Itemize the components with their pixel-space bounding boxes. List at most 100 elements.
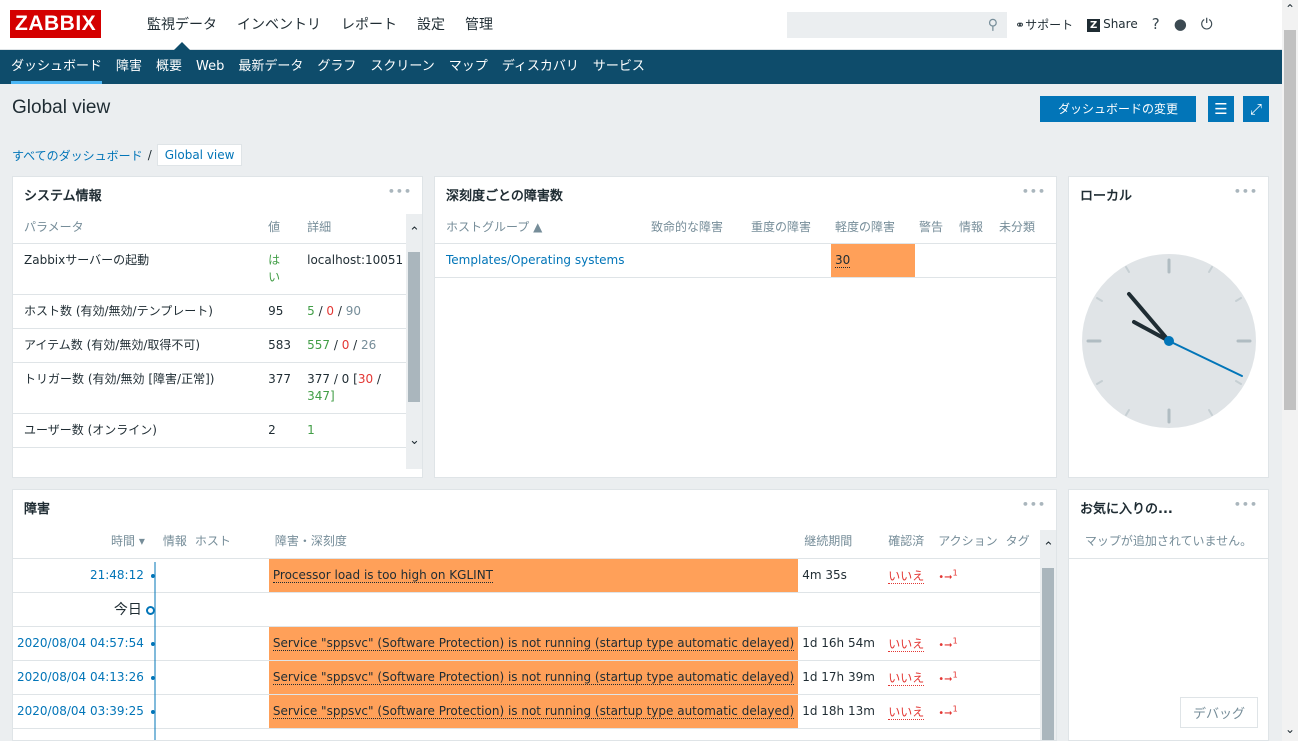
menu-administration[interactable]: 管理	[455, 14, 503, 50]
column-header: 致命的な障害	[647, 211, 747, 244]
submenu-screens[interactable]: スクリーン	[363, 50, 441, 84]
search-box: ⚲	[787, 12, 1007, 38]
submenu-problems[interactable]: 障害	[109, 50, 149, 84]
user-profile-icon[interactable]: ●	[1174, 15, 1187, 33]
sub-menu: ダッシュボード 障害 概要 Web 最新データ グラフ スクリーン マップ ディ…	[0, 50, 1282, 84]
problem-time-link[interactable]: 2020/08/04 03:39:25	[17, 704, 144, 718]
system-info-table: パラメータ 値 詳細 Zabbixサーバーの起動 はい localhost:10…	[13, 211, 406, 448]
problem-name[interactable]: Service "sppsvc" (Software Protection) i…	[272, 704, 795, 719]
page-scrollbar-thumb[interactable]	[1284, 30, 1296, 410]
page-scrollbar[interactable]: ⌃ ⌄	[1282, 0, 1298, 741]
scroll-up-icon[interactable]: ⌃	[1285, 2, 1295, 16]
help-icon[interactable]: ?	[1152, 15, 1160, 33]
support-link[interactable]: ⚭サポート	[1015, 16, 1073, 33]
menu-inventory[interactable]: インベントリ	[227, 14, 331, 50]
widget-header: 障害 •••	[13, 490, 1056, 524]
actions-icon[interactable]: •➞1	[938, 567, 958, 582]
trigger-counts: 377 / 0 [	[307, 371, 358, 386]
not-classified-cell	[995, 243, 1057, 278]
widget-title: システム情報	[24, 188, 102, 204]
fullscreen-button[interactable]: ⤢	[1243, 96, 1269, 122]
problem-cell[interactable]: Service "sppsvc" (Software Protection) i…	[268, 694, 799, 729]
dashboard-list-button[interactable]: ☰	[1208, 96, 1234, 122]
column-header-hostgroup[interactable]: ホストグループ ▲	[435, 211, 647, 244]
hostgroup-link[interactable]: Templates/Operating systems	[446, 253, 625, 267]
scrollbar-thumb[interactable]	[408, 252, 420, 402]
problems-widget: 障害 ••• 時間 ▾ 情報 ホスト 障害・深刻度 継続期間 確認済 アクション…	[12, 489, 1057, 741]
share-link[interactable]: Z Share	[1087, 17, 1138, 32]
edit-dashboard-button[interactable]: ダッシュボードの変更	[1040, 96, 1196, 122]
problem-name[interactable]: Service "sppsvc" (Software Protection) i…	[272, 636, 795, 651]
ack-link[interactable]: いいえ	[888, 568, 925, 584]
actions-cell: •➞1	[934, 694, 1002, 729]
problem-cell[interactable]: Service "sppsvc" (Software Protection) i…	[268, 660, 799, 695]
debug-button[interactable]: デバッグ	[1179, 697, 1258, 728]
time-cell: 21:48:12	[13, 558, 159, 593]
support-label: サポート	[1025, 17, 1074, 32]
param-cell: Zabbixサーバーの起動	[13, 243, 258, 295]
headset-icon: ⚭	[1015, 17, 1026, 32]
problem-cell[interactable]: Processor load is too high on KGLINT	[268, 558, 799, 593]
actions-icon[interactable]: •➞1	[938, 669, 958, 684]
problem-name[interactable]: Processor load is too high on KGLINT	[272, 568, 494, 583]
zabbix-logo[interactable]: ZABBIX	[10, 10, 102, 38]
widget-menu-icon[interactable]: •••	[1022, 185, 1046, 198]
menu-monitoring[interactable]: 監視データ	[137, 14, 227, 50]
actions-cell: •➞1	[934, 660, 1002, 695]
submenu-latest-data[interactable]: 最新データ	[231, 50, 310, 84]
submenu-graphs[interactable]: グラフ	[310, 50, 363, 84]
list-icon: ☰	[1214, 100, 1228, 118]
host-cell	[190, 694, 269, 729]
time-cell: 2020/08/04 03:39:25	[13, 694, 159, 729]
problem-cell[interactable]: Service "sppsvc" (Software Protection) i…	[268, 626, 799, 661]
submenu-web[interactable]: Web	[189, 50, 231, 84]
column-header: ホスト	[190, 524, 269, 559]
search-input[interactable]	[788, 13, 978, 37]
table-row: 2020/08/04 04:13:26 Service "sppsvc" (So…	[13, 660, 1040, 695]
share-icon: Z	[1087, 18, 1101, 32]
actions-icon[interactable]: •➞1	[938, 635, 958, 650]
problem-time-link[interactable]: 2020/08/04 04:57:54	[17, 636, 144, 650]
ack-link[interactable]: いいえ	[888, 670, 925, 686]
scroll-up-icon[interactable]: ⌃	[409, 225, 420, 240]
breadcrumb-current[interactable]: Global view	[156, 144, 243, 166]
search-icon[interactable]: ⚲	[988, 17, 998, 33]
problem-time-link[interactable]: 21:48:12	[90, 568, 144, 582]
widget-menu-icon[interactable]: •••	[388, 185, 412, 198]
actions-icon[interactable]: •➞1	[938, 703, 958, 718]
menu-reports[interactable]: レポート	[331, 14, 407, 50]
problem-name[interactable]: Service "sppsvc" (Software Protection) i…	[272, 670, 795, 685]
ack-link[interactable]: いいえ	[888, 704, 925, 720]
sign-out-icon[interactable]: ⏻	[1201, 15, 1213, 33]
scroll-down-icon[interactable]: ⌄	[409, 433, 420, 448]
scroll-up-icon[interactable]: ⌃	[1043, 540, 1054, 555]
widget-menu-icon[interactable]: •••	[1234, 498, 1258, 511]
submenu-services[interactable]: サービス	[586, 50, 652, 84]
tags-cell	[1001, 694, 1040, 729]
widget-title: 深刻度ごとの障害数	[446, 188, 563, 204]
widget-menu-icon[interactable]: •••	[1234, 185, 1258, 198]
table-row: 2020/08/04 04:57:54 Service "sppsvc" (So…	[13, 626, 1040, 661]
submenu-dashboard[interactable]: ダッシュボード	[4, 50, 109, 84]
column-header-time[interactable]: 時間 ▾	[13, 524, 159, 559]
widget-scrollbar[interactable]	[406, 214, 422, 469]
timeline-line	[154, 562, 156, 740]
submenu-overview[interactable]: 概要	[149, 50, 189, 84]
scrollbar-thumb[interactable]	[1042, 568, 1054, 740]
widget-menu-icon[interactable]: •••	[1022, 498, 1046, 511]
scroll-down-icon[interactable]: ⌄	[1285, 722, 1295, 736]
ack-cell: いいえ	[884, 694, 935, 729]
submenu-maps[interactable]: マップ	[442, 50, 495, 84]
breadcrumb-all-dashboards[interactable]: すべてのダッシュボード	[12, 147, 143, 164]
submenu-discovery[interactable]: ディスカバリ	[495, 50, 586, 84]
average-cell[interactable]: 30	[831, 243, 915, 278]
detail-cell: 557 / 0 / 26	[296, 328, 406, 363]
problem-time-link[interactable]: 2020/08/04 04:13:26	[17, 670, 144, 684]
average-count[interactable]: 30	[835, 253, 851, 268]
host-cell	[190, 558, 269, 593]
param-cell: トリガー数 (有効/無効 [障害/正常])	[13, 362, 258, 414]
ack-link[interactable]: いいえ	[888, 636, 925, 652]
menu-configuration[interactable]: 設定	[407, 14, 455, 50]
unsupported-count: 26	[361, 337, 377, 352]
widget-scrollbar[interactable]	[1040, 530, 1056, 740]
